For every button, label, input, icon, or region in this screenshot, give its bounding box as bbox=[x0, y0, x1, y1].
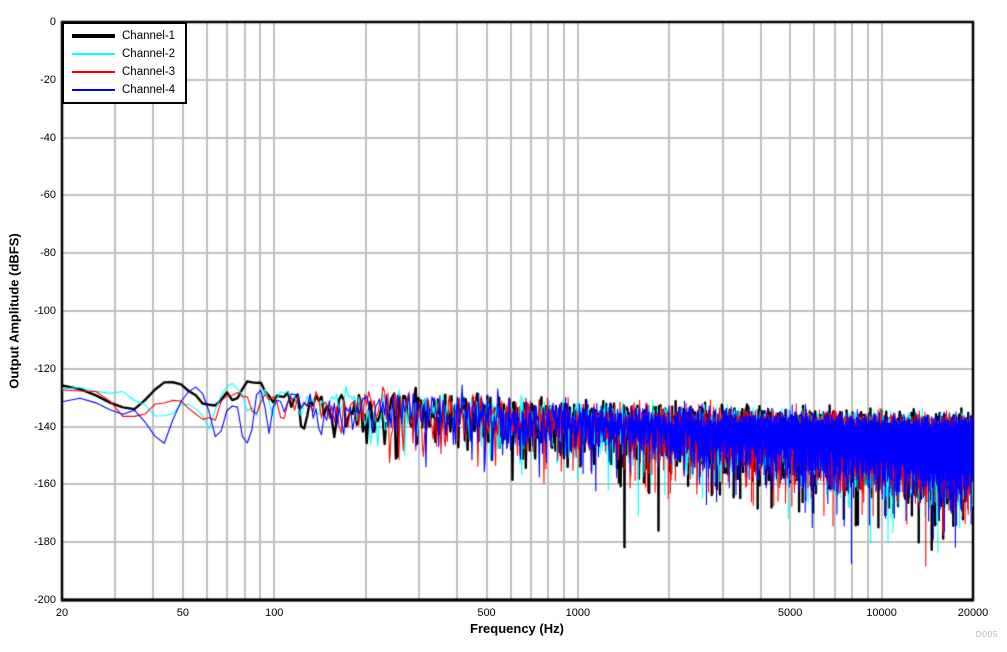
y-tick-label: -160 bbox=[33, 478, 56, 491]
legend-line-sample bbox=[72, 34, 115, 38]
y-tick-label: -40 bbox=[40, 131, 56, 144]
y-tick-label: -140 bbox=[33, 420, 56, 433]
legend-label: Channel-4 bbox=[122, 84, 176, 96]
legend-item: Channel-4 bbox=[72, 81, 185, 99]
legend-line-sample bbox=[72, 89, 115, 91]
x-axis-title: Frequency (Hz) bbox=[470, 621, 564, 636]
y-tick-label: -60 bbox=[40, 189, 56, 202]
legend-label: Channel-1 bbox=[122, 30, 176, 42]
x-tick-label: 100 bbox=[265, 607, 284, 619]
x-tick-label: 50 bbox=[176, 607, 189, 619]
legend-label: Channel-2 bbox=[122, 48, 176, 60]
x-tick-label: 5000 bbox=[777, 607, 803, 619]
legend-item: Channel-3 bbox=[72, 63, 185, 81]
y-tick-label: 0 bbox=[49, 16, 56, 28]
x-tick-label: 500 bbox=[477, 607, 496, 619]
y-tick-label: -80 bbox=[40, 247, 56, 260]
x-tick-label: 20 bbox=[55, 607, 69, 619]
figure-footnote: D005 bbox=[975, 629, 998, 639]
y-tick-label: -100 bbox=[33, 305, 56, 317]
x-tick-label: 1000 bbox=[565, 607, 591, 619]
spectrum-figure: Output Amplitude (dBFS) Frequency (Hz) 0… bbox=[0, 0, 1007, 652]
legend-line-sample bbox=[72, 71, 115, 73]
x-tick-label: 20000 bbox=[957, 607, 989, 619]
x-tick-label: 10000 bbox=[866, 607, 897, 619]
legend: Channel-1 Channel-2 Channel-3 Channel-4 bbox=[62, 22, 187, 104]
y-tick-label: -120 bbox=[33, 362, 56, 375]
y-axis-title: Output Amplitude (dBFS) bbox=[6, 233, 22, 389]
legend-label: Channel-3 bbox=[122, 66, 176, 78]
legend-item: Channel-2 bbox=[72, 45, 185, 63]
legend-line-sample bbox=[72, 53, 115, 55]
legend-item: Channel-1 bbox=[72, 27, 185, 45]
y-tick-label: -200 bbox=[33, 594, 56, 606]
y-tick-label: -180 bbox=[33, 536, 56, 549]
y-tick-label: -20 bbox=[40, 73, 56, 86]
